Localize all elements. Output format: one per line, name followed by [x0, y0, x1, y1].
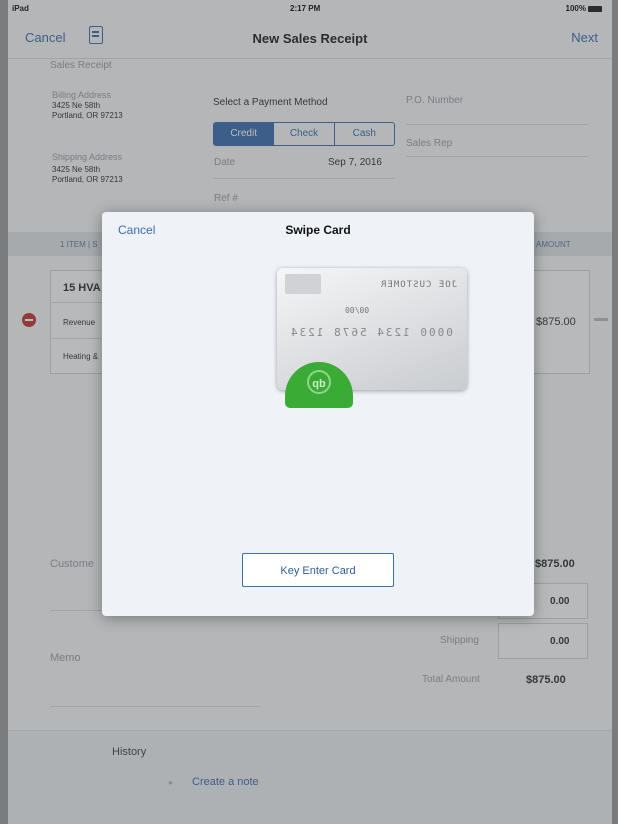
card-holder-name: JOE CUSTOMER	[379, 280, 457, 290]
dialog-title: Swipe Card	[285, 223, 351, 237]
sales-receipt-screen: iPad 2:17 PM 100% Cancel New Sales Recei…	[8, 0, 612, 824]
card-expiry: 00/00	[345, 306, 370, 315]
card-chip	[285, 274, 321, 294]
swipe-card-dialog: Cancel Swipe Card JOE CUSTOMER 00/00 000…	[102, 212, 534, 616]
card-number: 0000 1234 5678 1234	[289, 326, 453, 339]
key-enter-card-button[interactable]: Key Enter Card	[242, 553, 394, 587]
quickbooks-logo-icon: qb	[307, 370, 331, 394]
